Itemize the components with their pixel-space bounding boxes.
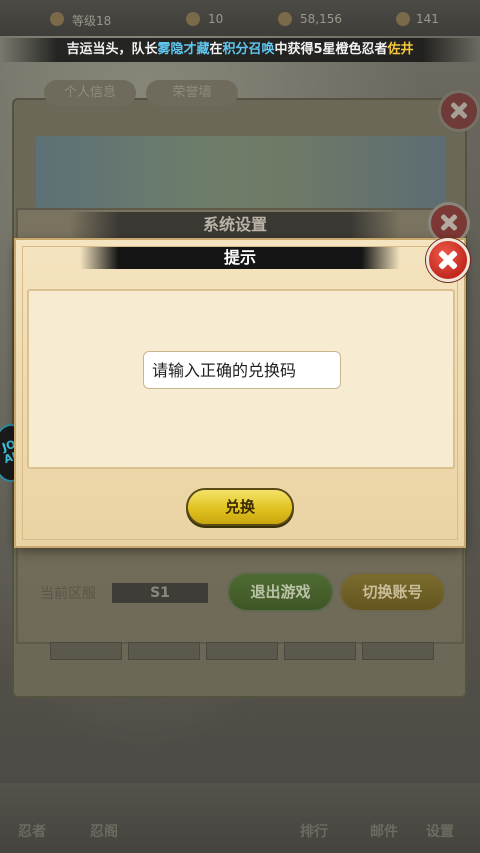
nav-item-mail[interactable]: 邮件: [370, 821, 398, 841]
coin-icon: [278, 12, 292, 26]
profile-banner-image: [36, 136, 446, 208]
logout-button[interactable]: 退出游戏: [229, 574, 332, 610]
card-slot: [50, 642, 122, 660]
dialog-title: 提示: [80, 247, 400, 269]
marquee-text-1: 吉运当头，队长: [66, 42, 158, 57]
top-resource-bar: 等级18 10 58,156 141: [0, 0, 480, 36]
marquee-player-name: 雾隐才藏: [157, 42, 210, 57]
nav-item-settings[interactable]: 设置: [426, 821, 454, 841]
nav-item-pavilion[interactable]: 忍阁: [90, 821, 118, 841]
marquee-reward-name: 佐井: [387, 42, 414, 57]
stamina-value: 10: [208, 12, 224, 26]
marquee-event-name: 积分召唤: [222, 42, 275, 57]
stamina-icon: [186, 12, 200, 26]
marquee-text-2: 在: [209, 42, 223, 57]
redeem-button[interactable]: 兑换: [188, 490, 292, 524]
level-icon: [50, 12, 64, 26]
card-row: [50, 642, 434, 660]
card-slot: [206, 642, 278, 660]
card-slot: [284, 642, 356, 660]
bottom-nav: 忍者 忍阁 排行 邮件 设置: [0, 783, 480, 853]
tab-personal-info[interactable]: 个人信息: [44, 80, 136, 106]
announcement-marquee: 吉运当头，队长雾隐才藏在积分召唤中获得5星橙色忍者佐井: [0, 38, 480, 62]
coin-value: 58,156: [300, 12, 342, 26]
dialog-close-icon[interactable]: [426, 238, 470, 282]
nav-item-ninja[interactable]: 忍者: [18, 821, 46, 841]
redeem-code-input[interactable]: [143, 351, 341, 389]
switch-account-button[interactable]: 切换账号: [341, 574, 444, 610]
settings-title: 系统设置: [70, 212, 400, 238]
gem-icon: [396, 12, 410, 26]
profile-close-icon[interactable]: [438, 90, 480, 132]
gem-value: 141: [416, 12, 439, 26]
server-label: 当前区服: [40, 586, 96, 602]
marquee-text-3: 中获得5星橙色忍者: [274, 42, 388, 57]
nav-item-ranking[interactable]: 排行: [300, 821, 328, 841]
card-slot: [128, 642, 200, 660]
card-slot: [362, 642, 434, 660]
server-value: S1: [112, 583, 208, 603]
level-value: 等级18: [72, 14, 112, 28]
tab-honor-wall[interactable]: 荣誉墙: [146, 80, 238, 106]
